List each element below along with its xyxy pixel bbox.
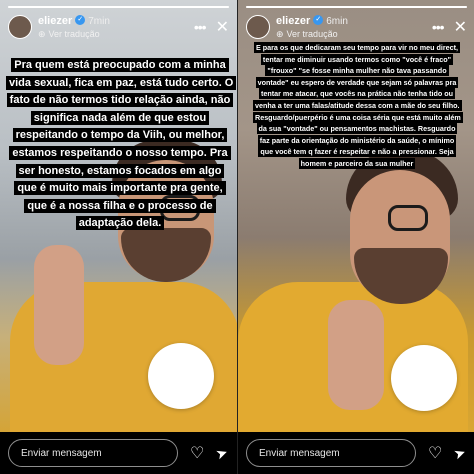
globe-icon: ⊕ — [276, 29, 284, 39]
story-header: eliezer ✓ 7min ⊕ Ver tradução ••• ✕ — [0, 0, 237, 52]
verified-badge-icon: ✓ — [313, 14, 324, 25]
heart-eyes-emoji-icon: 😍 — [403, 355, 445, 401]
story-progress-bar — [8, 6, 229, 8]
story-time: 6min — [326, 16, 348, 27]
peace-sign-hand — [34, 245, 84, 365]
see-translation-label: Ver tradução — [286, 29, 338, 39]
emoji-sticker[interactable]: 😍 — [391, 345, 457, 411]
more-options-icon[interactable]: ••• — [194, 19, 207, 35]
story-caption: E para os que dedicaram seu tempo para v… — [253, 42, 463, 170]
username[interactable]: eliezer — [38, 15, 72, 27]
see-translation-label: Ver tradução — [48, 29, 100, 39]
story-progress-fill — [8, 6, 229, 8]
send-icon[interactable]: ➤ — [214, 443, 231, 463]
heart-eyes-emoji-icon: 😍 — [160, 353, 202, 399]
story-progress-fill — [246, 6, 467, 8]
message-input[interactable] — [8, 439, 178, 467]
thumbs-up-hand — [328, 300, 384, 410]
close-icon[interactable]: ✕ — [216, 17, 229, 37]
glasses — [388, 205, 428, 231]
heart-icon[interactable]: ♡ — [190, 443, 204, 463]
story-time: 7min — [88, 16, 110, 27]
message-input[interactable] — [246, 439, 416, 467]
see-translation-link[interactable]: ⊕ Ver tradução — [38, 28, 194, 40]
story-panel-left[interactable]: eliezer ✓ 7min ⊕ Ver tradução ••• ✕ Pra que… — [0, 0, 237, 474]
stories-viewer: eliezer ✓ 7min ⊕ Ver tradução ••• ✕ Pra que… — [0, 0, 474, 474]
story-footer: ♡ ➤ — [0, 432, 237, 474]
avatar[interactable] — [246, 15, 270, 39]
story-panel-right[interactable]: eliezer ✓ 6min ⊕ Ver tradução ••• ✕ E para … — [237, 0, 474, 474]
beard — [121, 228, 211, 282]
avatar[interactable] — [8, 15, 32, 39]
story-progress-bar — [246, 6, 467, 8]
heart-icon[interactable]: ♡ — [428, 443, 442, 463]
send-icon[interactable]: ➤ — [452, 443, 469, 463]
story-footer: ♡ ➤ — [238, 432, 474, 474]
story-caption-text: Pra quem está preocupado com a minha vid… — [6, 58, 237, 231]
verified-badge-icon: ✓ — [75, 14, 86, 25]
globe-icon: ⊕ — [38, 29, 46, 39]
more-options-icon[interactable]: ••• — [432, 19, 445, 35]
story-caption: Pra quem está preocupado com a minha vid… — [6, 57, 237, 233]
username[interactable]: eliezer — [276, 15, 310, 27]
story-caption-text: E para os que dedicaram seu tempo para v… — [253, 42, 463, 169]
see-translation-link[interactable]: ⊕ Ver tradução — [276, 28, 432, 40]
close-icon[interactable]: ✕ — [454, 17, 467, 37]
emoji-sticker[interactable]: 😍 — [148, 343, 214, 409]
